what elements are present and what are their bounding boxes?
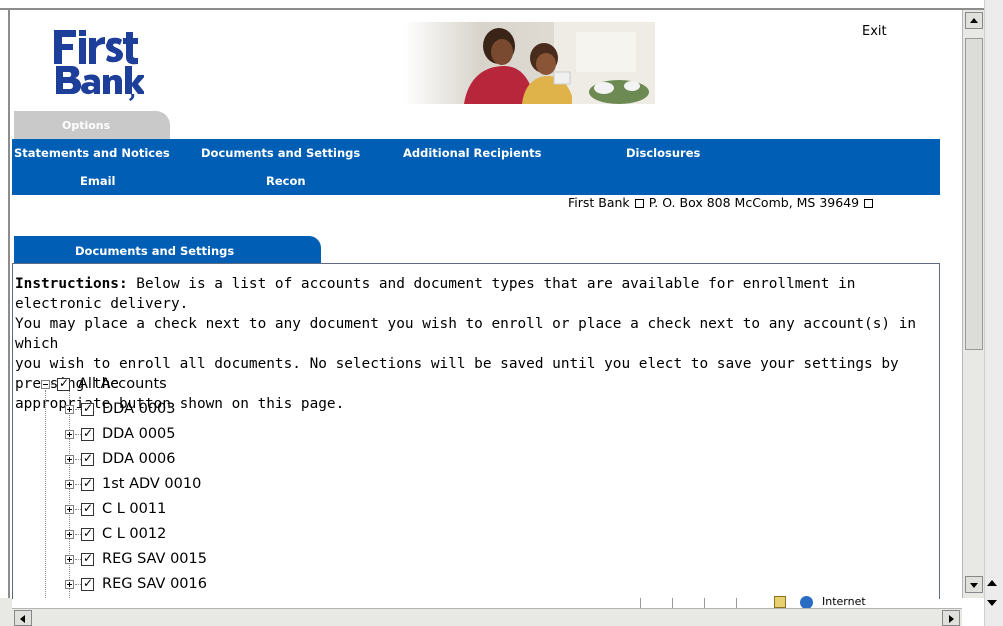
checkbox-account[interactable]	[81, 551, 94, 566]
tree-label: DDA 0005	[102, 426, 176, 442]
nav-recon[interactable]: Recon	[266, 174, 306, 188]
tree-label: DDA 0003	[102, 401, 176, 417]
tab-options-label: Options	[62, 119, 111, 132]
tree-label: REG SAV 0016	[102, 576, 207, 592]
window-top-border	[0, 0, 1003, 10]
address-street: P. O. Box 808 McComb, MS 39649	[648, 195, 860, 210]
collapse-icon[interactable]	[41, 380, 50, 389]
scroll-left-button[interactable]	[14, 610, 32, 626]
arrow-right-icon	[949, 615, 954, 623]
hero-family-photo	[404, 22, 655, 104]
content-frame: Instructions: Below is a list of account…	[12, 263, 940, 599]
arrow-down-icon	[970, 583, 978, 588]
arrow-down-icon[interactable]	[987, 600, 997, 606]
expand-icon[interactable]	[65, 405, 74, 414]
tree-label: C L 0012	[102, 526, 167, 542]
expand-icon[interactable]	[65, 580, 74, 589]
scroll-down-button[interactable]	[965, 576, 983, 593]
expand-icon[interactable]	[65, 505, 74, 514]
checkbox-account[interactable]	[81, 576, 94, 591]
expand-icon[interactable]	[65, 455, 74, 464]
scroll-up-button[interactable]	[965, 12, 983, 29]
tree-connector	[45, 390, 46, 599]
expand-icon[interactable]	[65, 430, 74, 439]
tab-options[interactable]: Options	[14, 111, 170, 139]
scrollbar-thumb[interactable]	[965, 38, 983, 350]
separator-box-icon	[634, 199, 644, 208]
expand-icon[interactable]	[65, 530, 74, 539]
nav-statements-and-notices[interactable]: Statements and Notices	[14, 146, 170, 160]
tab-documents-and-settings[interactable]: Documents and Settings	[14, 236, 321, 264]
checkbox-account[interactable]	[81, 526, 94, 541]
tree-label: REG SAV 0015	[102, 551, 207, 567]
instructions-line-1: Instructions: Below is a list of account…	[15, 276, 856, 312]
instructions-heading: Instructions:	[15, 276, 128, 292]
address-bank-name: First Bank	[568, 195, 630, 210]
nav-email[interactable]: Email	[80, 174, 115, 188]
nav-additional-recipients[interactable]: Additional Recipients	[403, 146, 541, 160]
checkbox-account[interactable]	[81, 401, 94, 416]
vertical-scrollbar[interactable]	[962, 10, 984, 598]
instructions-text: Instructions: Below is a list of account…	[15, 274, 939, 414]
exit-link[interactable]: Exit	[862, 24, 887, 39]
tree-label: DDA 0006	[102, 451, 176, 467]
scroll-right-button[interactable]	[942, 610, 960, 626]
main-nav-bar: Statements and Notices Documents and Set…	[12, 139, 940, 195]
checkbox-account[interactable]	[81, 451, 94, 466]
tree-label: 1st ADV 0010	[102, 476, 202, 492]
expand-icon[interactable]	[65, 480, 74, 489]
window-corner	[0, 598, 12, 626]
first-bank-logo	[54, 30, 144, 101]
nav-documents-and-settings[interactable]: Documents and Settings	[201, 146, 360, 160]
arrow-left-icon	[20, 615, 25, 623]
checkbox-account[interactable]	[81, 476, 94, 491]
arrow-up-icon[interactable]	[987, 580, 997, 586]
separator-box-icon	[864, 199, 874, 208]
nav-disclosures[interactable]: Disclosures	[626, 146, 700, 160]
tree-connector	[69, 390, 70, 599]
window-left-border	[0, 10, 10, 598]
tree-label: C L 0011	[102, 501, 167, 517]
horizontal-scrollbar[interactable]	[12, 608, 962, 626]
checkbox-account[interactable]	[81, 426, 94, 441]
browser-page: Exit Options Statements and Notices Docu…	[0, 0, 1003, 626]
checkbox-account[interactable]	[81, 501, 94, 516]
outer-scrollbar[interactable]	[984, 0, 1003, 626]
checkbox-all-accounts[interactable]	[57, 376, 70, 391]
expand-icon[interactable]	[65, 555, 74, 564]
lock-icon	[774, 596, 786, 608]
instructions-line-2: You may place a check next to any docume…	[15, 316, 917, 352]
status-zone-text: Internet	[822, 595, 866, 608]
arrow-up-icon	[970, 18, 978, 23]
bank-address: First Bank P. O. Box 808 McComb, MS 39649	[568, 195, 878, 210]
section-tab-label: Documents and Settings	[75, 244, 235, 258]
tree-label: All Accounts	[78, 376, 167, 392]
